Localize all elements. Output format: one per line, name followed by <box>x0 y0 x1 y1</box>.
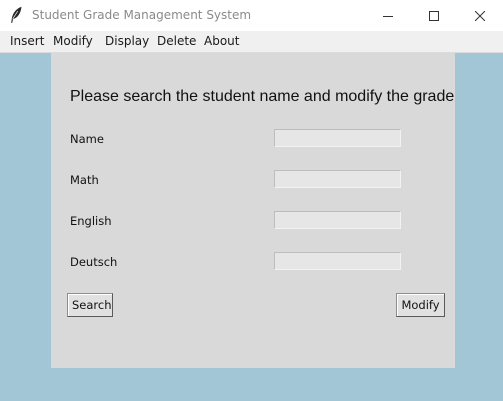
english-label: English <box>70 214 112 228</box>
close-icon <box>475 10 485 21</box>
menu-insert[interactable]: Insert <box>10 34 44 48</box>
app-window: Student Grade Management System Insert M… <box>0 0 503 401</box>
window-title: Student Grade Management System <box>32 8 252 22</box>
deutsch-input[interactable] <box>274 252 401 270</box>
feather-icon <box>11 6 22 24</box>
english-input[interactable] <box>274 211 401 229</box>
search-button[interactable]: Search <box>67 293 113 317</box>
math-label: Math <box>70 173 99 187</box>
name-input[interactable] <box>274 129 401 147</box>
maximize-icon <box>429 10 439 21</box>
menu-about[interactable]: About <box>204 34 239 48</box>
title-bar[interactable]: Student Grade Management System <box>0 0 503 31</box>
deutsch-label: Deutsch <box>70 255 118 269</box>
menu-delete[interactable]: Delete <box>157 34 196 48</box>
modify-button[interactable]: Modify <box>396 293 445 317</box>
menu-display[interactable]: Display <box>105 34 149 48</box>
menu-bar: Insert Modify Display Delete About <box>0 31 503 53</box>
form-heading: Please search the student name and modif… <box>70 88 455 105</box>
close-button[interactable] <box>457 0 503 31</box>
minimize-icon <box>383 15 393 17</box>
modify-grade-panel: Please search the student name and modif… <box>51 53 455 368</box>
name-label: Name <box>70 132 104 146</box>
maximize-button[interactable] <box>411 0 457 31</box>
menu-modify[interactable]: Modify <box>53 34 93 48</box>
minimize-button[interactable] <box>365 0 411 31</box>
math-input[interactable] <box>274 170 401 188</box>
